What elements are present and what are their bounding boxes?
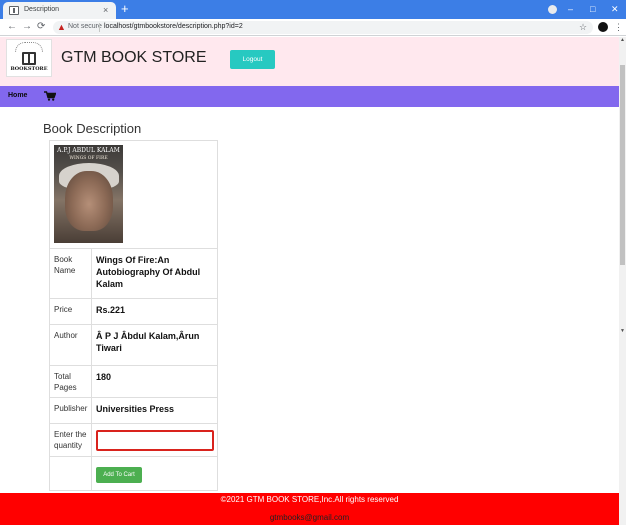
author-value: Â P J Âbdul Kalam,Ârun Tiwari	[91, 324, 218, 366]
book-cover-image: A.P.J ABDUL KALAM WINGS OF FIRE	[54, 145, 123, 243]
maximize-button[interactable]: □	[590, 2, 595, 16]
back-icon[interactable]: ←	[7, 21, 17, 33]
add-to-cart-cell: Add To Cart	[91, 456, 218, 491]
cart-icon[interactable]	[44, 91, 56, 101]
cover-row: A.P.J ABDUL KALAM WINGS OF FIRE	[49, 140, 218, 249]
profile-avatar-icon[interactable]	[598, 22, 608, 32]
record-indicator-icon	[548, 5, 557, 14]
warning-icon[interactable]: ▲	[57, 22, 66, 33]
scroll-up-icon[interactable]: ▲	[620, 38, 625, 43]
book-name-value: Wings Of Fire:An Autobiography Of Abdul …	[91, 248, 218, 299]
window-close-button[interactable]: ✕	[611, 2, 619, 16]
price-label: Price	[49, 298, 92, 325]
browser-tab-strip: Description × + – □ ✕	[0, 0, 626, 19]
cover-portrait	[65, 171, 113, 231]
store-logo[interactable]: BOOKSTORE	[6, 39, 52, 77]
forward-icon[interactable]: →	[22, 21, 32, 33]
cover-subtitle: WINGS OF FIRE	[69, 156, 108, 161]
price-value: Rs.221	[91, 298, 218, 325]
url-text[interactable]: localhost/gtmbookstore/description.php?i…	[104, 23, 243, 30]
section-title: Book Description	[43, 121, 142, 136]
book-favicon-icon	[9, 6, 19, 15]
browser-toolbar: ← → ⟳ ▲ Not secure localhost/gtmbookstor…	[0, 19, 626, 36]
tab-close-icon[interactable]: ×	[103, 4, 108, 16]
quantity-cell	[91, 423, 218, 457]
logo-arc	[15, 42, 43, 52]
bookmark-star-icon[interactable]: ☆	[579, 22, 587, 33]
total-pages-value: 180	[91, 365, 218, 398]
table-row: Price Rs.221	[49, 298, 218, 325]
reload-icon[interactable]: ⟳	[37, 21, 45, 33]
table-row: Author Â P J Âbdul Kalam,Ârun Tiwari	[49, 324, 218, 366]
new-tab-button[interactable]: +	[121, 1, 129, 17]
publisher-value: Universities Press	[91, 397, 218, 424]
address-divider	[99, 23, 100, 32]
book-details-table: A.P.J ABDUL KALAM WINGS OF FIRE Book Nam…	[49, 140, 218, 491]
total-pages-label: Total Pages	[49, 365, 92, 398]
logout-button[interactable]: Logout	[230, 50, 275, 69]
tab-title: Description	[24, 6, 60, 13]
table-row: Total Pages 180	[49, 365, 218, 398]
minimize-button[interactable]: –	[568, 2, 573, 16]
open-book-icon	[22, 52, 36, 65]
site-title: GTM BOOK STORE	[61, 49, 207, 66]
scroll-down-icon[interactable]: ▼	[620, 329, 625, 334]
quantity-input[interactable]	[96, 430, 214, 451]
logo-text: BOOKSTORE	[10, 66, 48, 72]
nav-home-link[interactable]: Home	[8, 92, 27, 99]
table-row: Add To Cart	[49, 456, 218, 491]
site-footer: ©2021 GTM BOOK STORE,Inc.All rights rese…	[0, 493, 619, 525]
cover-cell: A.P.J ABDUL KALAM WINGS OF FIRE	[49, 140, 218, 249]
security-label[interactable]: Not secure	[68, 23, 102, 30]
add-to-cart-button[interactable]: Add To Cart	[96, 467, 142, 483]
browser-tab[interactable]: Description ×	[3, 2, 116, 19]
author-label: Author	[49, 324, 92, 366]
scroll-thumb[interactable]	[620, 65, 625, 265]
page-viewport: BOOKSTORE GTM BOOK STORE Logout Home Boo…	[0, 37, 619, 525]
site-header: BOOKSTORE GTM BOOK STORE Logout	[0, 37, 619, 86]
book-name-label: Book Name	[49, 248, 92, 299]
publisher-label: Publisher	[49, 397, 92, 424]
quantity-label: Enter the quantity	[49, 423, 92, 457]
empty-cell	[49, 456, 92, 491]
contact-email: gtmbooks@gmail.com	[269, 513, 350, 522]
address-bar[interactable]: ▲ Not secure localhost/gtmbookstore/desc…	[53, 21, 593, 34]
copyright-text: ©2021 GTM BOOK STORE,Inc.All rights rese…	[220, 495, 399, 504]
browser-menu-icon[interactable]: ⋮	[614, 21, 623, 33]
nav-bar: Home	[0, 86, 619, 107]
cover-title: A.P.J ABDUL KALAM	[57, 147, 120, 154]
table-row: Book Name Wings Of Fire:An Autobiography…	[49, 248, 218, 299]
table-row: Enter the quantity	[49, 423, 218, 457]
table-row: Publisher Universities Press	[49, 397, 218, 424]
page-scrollbar[interactable]: ▲ ▼	[619, 37, 626, 525]
